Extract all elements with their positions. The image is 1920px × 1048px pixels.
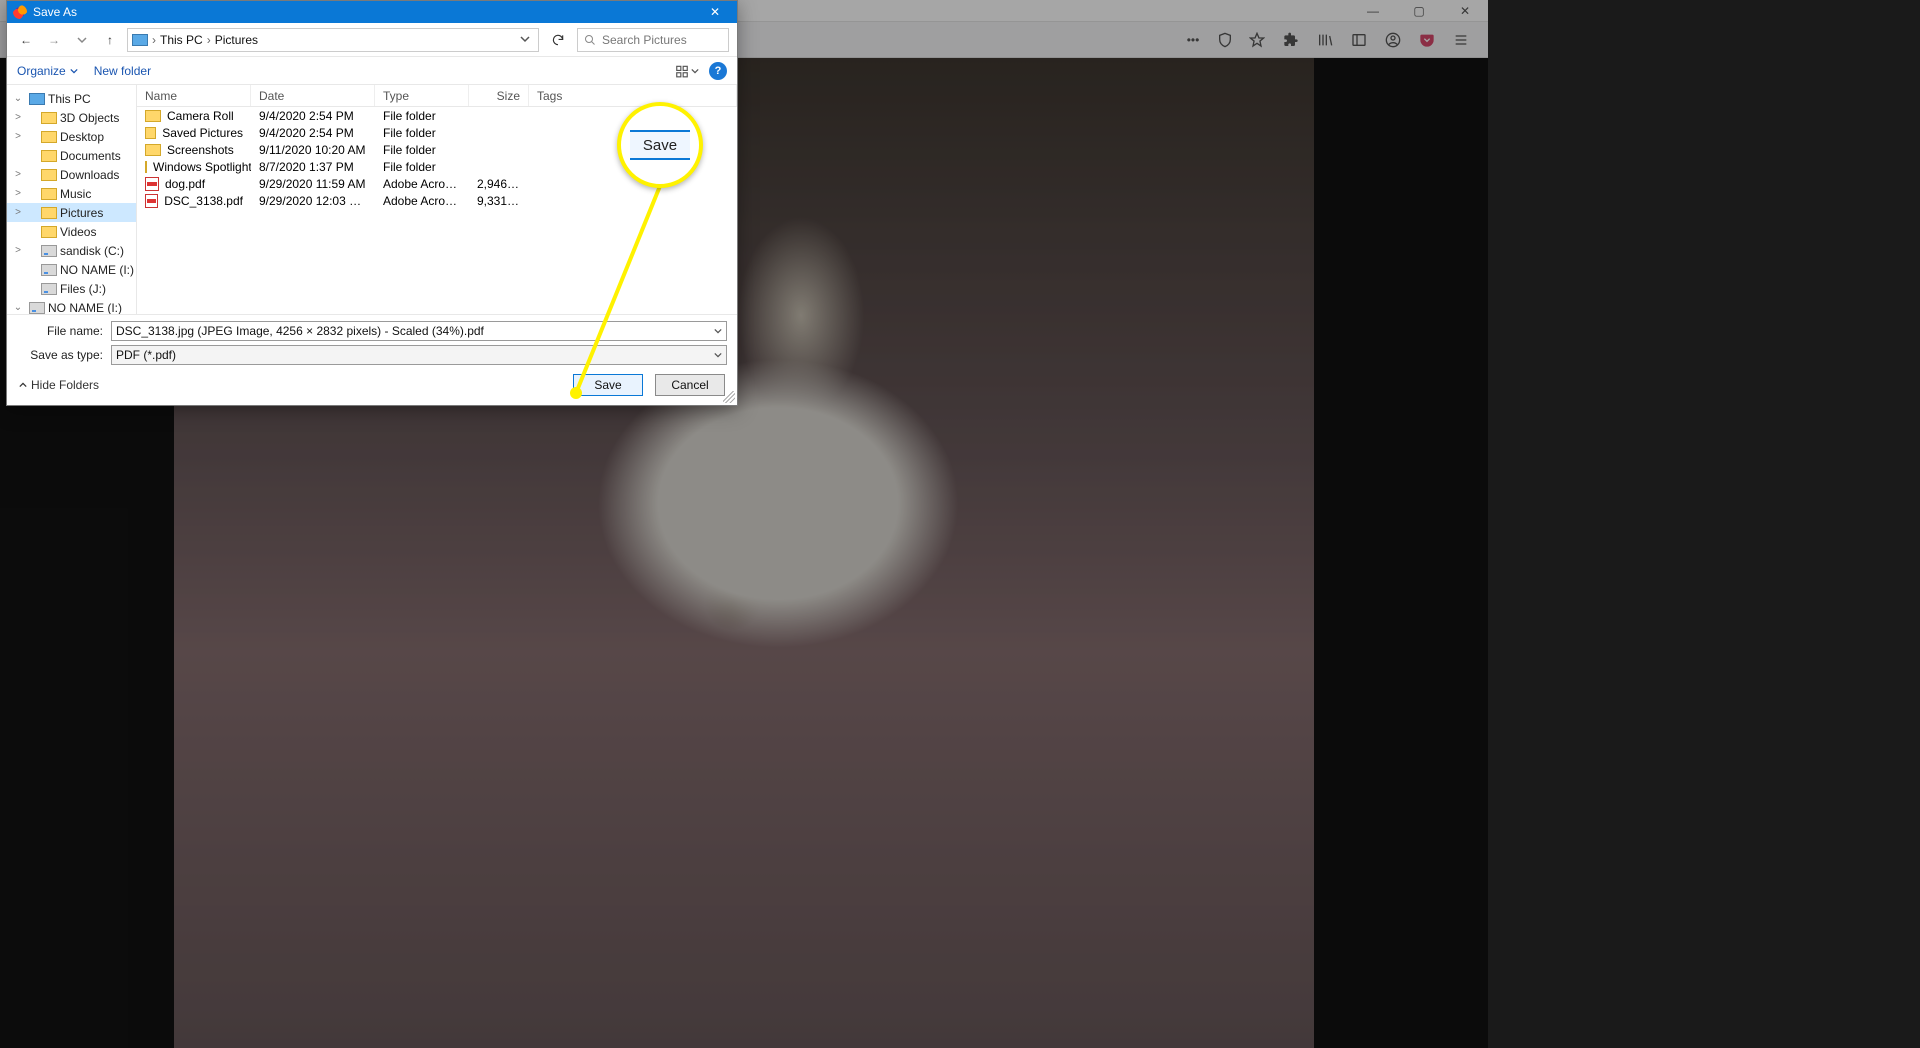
drive-icon [41,283,57,295]
dialog-nav-row: ← → ↑ › This PC › Pictures Search Pictur… [7,23,737,57]
dialog-titlebar: Save As ✕ [7,1,737,23]
folder-icon [41,131,57,143]
pdf-icon [145,194,158,208]
organize-menu[interactable]: Organize [17,64,78,78]
pc-icon [132,34,148,46]
column-name[interactable]: Name [137,85,251,106]
chevron-right-icon: › [207,33,211,47]
dialog-footer: Hide Folders Save Cancel [7,365,737,405]
dialog-title: Save As [33,5,693,19]
magnifier-callout: Save [617,102,703,188]
breadcrumb-dropdown[interactable] [516,33,534,47]
breadcrumb-item[interactable]: Pictures [215,33,258,47]
search-icon [584,34,596,46]
tree-item[interactable]: ⌄This PC [7,89,136,108]
folder-icon [145,127,156,139]
savetype-row: Save as type: PDF (*.pdf) [17,345,727,365]
chevron-down-icon[interactable] [714,324,722,338]
help-button[interactable]: ? [709,62,727,80]
breadcrumb-item[interactable]: This PC [160,33,203,47]
folder-icon [145,144,161,156]
hide-folders-toggle[interactable]: Hide Folders [19,378,99,392]
dialog-close-button[interactable]: ✕ [693,1,737,23]
cancel-button[interactable]: Cancel [655,374,725,396]
filename-label: File name: [17,324,103,338]
chevron-down-icon [70,67,78,75]
tree-item[interactable]: Files (J:) [7,279,136,298]
tree-item[interactable]: NO NAME (I:) [7,260,136,279]
savetype-label: Save as type: [17,348,103,362]
dialog-toolbar: Organize New folder ? [7,57,737,85]
refresh-button[interactable] [545,28,571,52]
tree-item[interactable]: ⌄NO NAME (I:) [7,298,136,314]
tree-item[interactable]: Documents [7,146,136,165]
column-date[interactable]: Date [251,85,375,106]
folder-icon [145,161,147,173]
tree-item[interactable]: >Desktop [7,127,136,146]
chevron-up-icon [19,381,27,389]
folder-icon [41,226,57,238]
chevron-down-icon[interactable] [714,348,722,362]
folder-icon [145,110,161,122]
save-button[interactable]: Save [573,374,643,396]
magnified-save-button: Save [630,130,690,160]
tree-item[interactable]: >Music [7,184,136,203]
filename-input[interactable]: DSC_3138.jpg (JPEG Image, 4256 × 2832 pi… [111,321,727,341]
drive-icon [29,302,45,314]
column-type[interactable]: Type [375,85,469,106]
tree-item[interactable]: >3D Objects [7,108,136,127]
resize-grip[interactable] [723,391,735,403]
drive-icon [41,264,57,276]
firefox-icon [13,5,27,19]
breadcrumb-bar[interactable]: › This PC › Pictures [127,28,539,52]
pc-icon [29,93,45,105]
nav-recent-dropdown[interactable] [71,29,93,51]
filename-row: File name: DSC_3138.jpg (JPEG Image, 425… [17,321,727,341]
column-size[interactable]: Size [469,85,529,106]
save-as-dialog: Save As ✕ ← → ↑ › This PC › Pictures Sea… [6,0,738,406]
drive-icon [41,245,57,257]
tree-item[interactable]: >Pictures [7,203,136,222]
tree-item[interactable]: >sandisk (C:) [7,241,136,260]
file-row[interactable]: DSC_3138.pdf9/29/2020 12:03 PMAdobe Acro… [137,192,737,209]
tree-item[interactable]: >Downloads [7,165,136,184]
chevron-right-icon: › [152,33,156,47]
folder-icon [41,150,57,162]
pdf-icon [145,177,159,191]
folder-icon [41,207,57,219]
search-input[interactable]: Search Pictures [577,28,729,52]
new-folder-button[interactable]: New folder [94,64,151,78]
folder-icon [41,112,57,124]
dialog-fields: File name: DSC_3138.jpg (JPEG Image, 425… [7,314,737,365]
nav-forward-button[interactable]: → [43,29,65,51]
search-placeholder: Search Pictures [602,33,687,47]
folder-icon [41,169,57,181]
folder-icon [41,188,57,200]
nav-back-button[interactable]: ← [15,29,37,51]
folder-tree[interactable]: ⌄This PC>3D Objects>DesktopDocuments>Dow… [7,85,137,314]
column-tags[interactable]: Tags [529,85,737,106]
tree-item[interactable]: Videos [7,222,136,241]
nav-up-button[interactable]: ↑ [99,29,121,51]
view-options-button[interactable] [675,64,699,78]
savetype-select[interactable]: PDF (*.pdf) [111,345,727,365]
